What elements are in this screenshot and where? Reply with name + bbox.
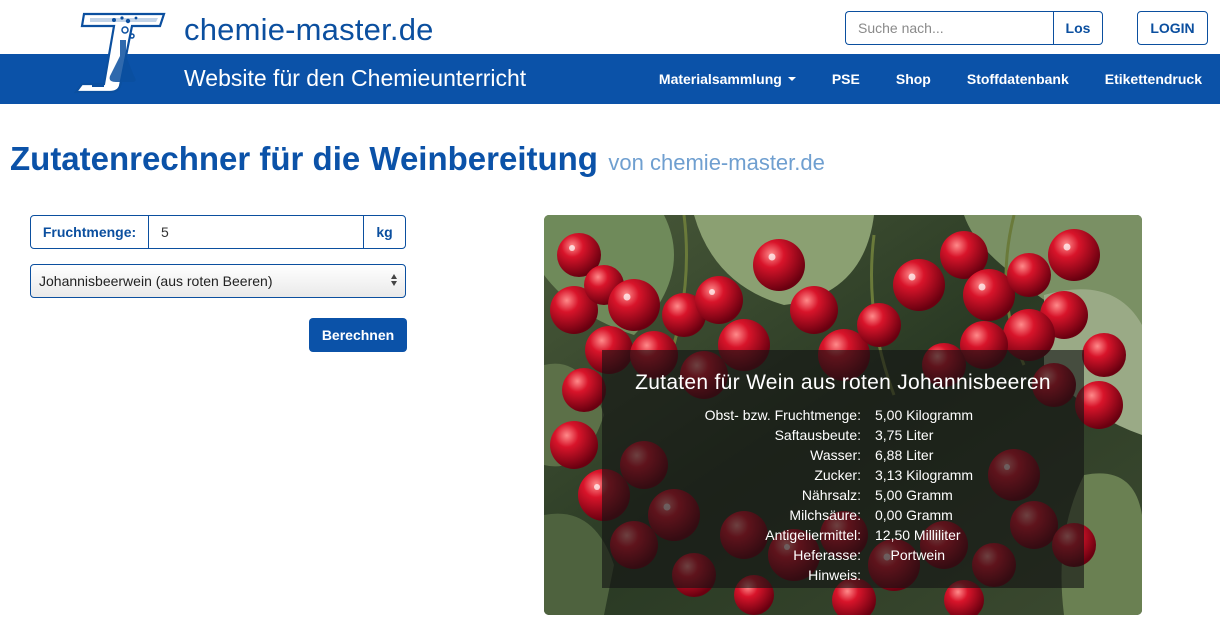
result-panel: Zutaten für Wein aus roten Johannisbeere…: [602, 350, 1084, 588]
calculate-button[interactable]: Berechnen: [309, 318, 407, 352]
page-title-main: Zutatenrechner für die Weinbereitung: [10, 140, 598, 177]
nav-item-label: Stoffdatenbank: [966, 71, 1069, 87]
caret-down-icon: [787, 77, 796, 81]
search-form: Los: [845, 11, 1103, 45]
wine-type-select[interactable]: Johannisbeerwein (aus roten Beeren): [30, 264, 406, 298]
fruit-amount-label: Fruchtmenge:: [31, 216, 149, 248]
nav-item-etikettendruck[interactable]: Etikettendruck: [1087, 71, 1220, 87]
main-navbar: Website für den Chemieunterricht Materia…: [0, 54, 1220, 104]
nav-item-label: Shop: [895, 71, 931, 87]
login-button[interactable]: LOGIN: [1137, 11, 1208, 45]
fruit-amount-group: Fruchtmenge: kg: [30, 215, 406, 249]
result-row: Saftausbeute: 3,75 Liter: [774, 427, 934, 443]
fruit-unit-label: kg: [363, 216, 405, 248]
result-row: Heferasse: Portwein: [793, 547, 946, 563]
brand-name[interactable]: chemie-master.de: [184, 12, 434, 48]
page-title-sub: von chemie-master.de: [608, 150, 825, 175]
result-title: Zutaten für Wein aus roten Johannisbeere…: [635, 371, 1051, 394]
search-button[interactable]: Los: [1053, 11, 1103, 45]
site-tagline: Website für den Chemieunterricht: [184, 65, 527, 91]
nav-item-label: Materialsammlung: [658, 71, 782, 87]
result-row: Obst- bzw. Fruchtmenge: 5,00 Kilogramm: [704, 407, 974, 423]
main-nav: Materialsammlung PSE Shop Stoffdatenbank…: [641, 54, 1220, 104]
nav-item-label: Etikettendruck: [1104, 71, 1202, 87]
result-row: Wasser: 6,88 Liter: [810, 447, 934, 463]
result-rows: Obst- bzw. Fruchtmenge: 5,00 Kilogramm Sa…: [602, 407, 1084, 587]
currant-photo: Zutaten für Wein aus roten Johannisbeere…: [544, 215, 1142, 615]
site-logo-icon[interactable]: [70, 6, 170, 96]
page-title: Zutatenrechner für die Weinbereitung von…: [10, 140, 825, 178]
nav-item-shop[interactable]: Shop: [878, 71, 949, 87]
select-arrows-icon: [391, 274, 397, 286]
result-row: Antigeliermittel: 12,50 Milliliter: [765, 527, 961, 543]
nav-item-stoffdatenbank[interactable]: Stoffdatenbank: [949, 71, 1087, 87]
top-header: chemie-master.de Los LOGIN: [0, 0, 1220, 54]
wine-type-selected: Johannisbeerwein (aus roten Beeren): [39, 273, 273, 289]
result-row: Nährsalz: 5,00 Gramm: [801, 487, 953, 503]
search-input[interactable]: [845, 11, 1053, 45]
nav-item-materialsammlung[interactable]: Materialsammlung: [641, 71, 814, 87]
result-row: Zucker: 3,13 Kilogramm: [814, 467, 974, 483]
result-row: Hinweis:: [808, 567, 861, 583]
nav-item-pse[interactable]: PSE: [814, 71, 878, 87]
fruit-amount-input[interactable]: [149, 216, 363, 248]
result-row: Milchsäure: 0,00 Gramm: [789, 507, 953, 523]
nav-item-label: PSE: [831, 71, 860, 87]
